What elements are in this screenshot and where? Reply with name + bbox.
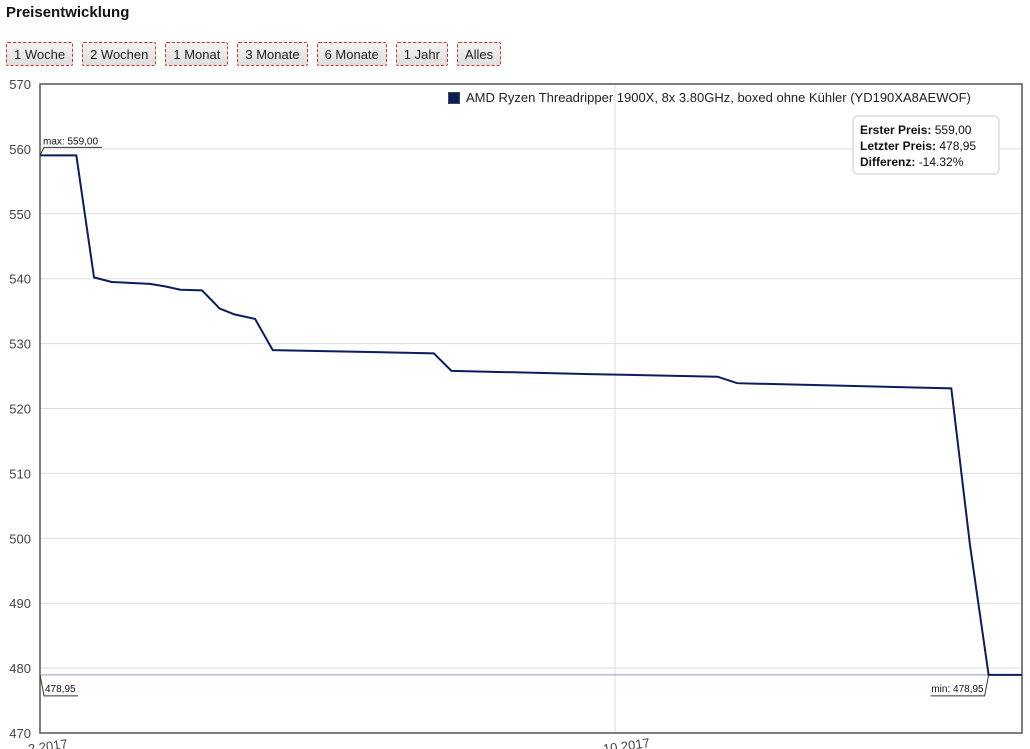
last-price-row: Letzter Preis: 478,95: [860, 138, 992, 154]
range-button-all[interactable]: Alles: [456, 42, 502, 66]
range-button-3-months[interactable]: 3 Monate: [237, 42, 308, 66]
last-value-label: 478,95: [45, 684, 76, 695]
difference-label: Differenz:: [860, 155, 916, 169]
y-tick-label: 470: [9, 726, 31, 741]
y-tick-label: 560: [9, 142, 31, 157]
range-selector: 1 Woche 2 Wochen 1 Monat 3 Monate 6 Mona…: [6, 42, 502, 66]
y-tick-label: 490: [9, 596, 31, 611]
first-price-label: Erster Preis:: [860, 123, 932, 137]
range-button-1-week[interactable]: 1 Woche: [6, 42, 74, 66]
range-button-1-month[interactable]: 1 Monat: [165, 42, 229, 66]
first-price-value: 559,00: [934, 123, 972, 137]
range-button-1-year[interactable]: 1 Jahr: [395, 42, 448, 66]
legend-label: AMD Ryzen Threadripper 1900X, 8x 3.80GHz…: [466, 90, 971, 105]
y-tick-label: 500: [9, 531, 31, 546]
range-button-6-months[interactable]: 6 Monate: [316, 42, 387, 66]
difference-row: Differenz: -14.32%: [860, 154, 992, 170]
y-tick-label: 480: [9, 661, 31, 676]
min-callout-label: min: 478,95: [931, 684, 984, 695]
price-series-line: [40, 154, 1022, 676]
last-price-label: Letzter Preis:: [860, 139, 937, 153]
last-price-value: 478,95: [939, 139, 977, 153]
max-callout-label: max: 559,00: [43, 136, 98, 147]
legend-swatch: [448, 91, 460, 104]
first-price-row: Erster Preis: 559,00: [860, 122, 992, 138]
x-tick-label: ...10.2017: [591, 735, 650, 749]
y-tick-label: 520: [9, 402, 31, 417]
y-tick-label: 510: [9, 466, 31, 481]
y-tick-label: 540: [9, 272, 31, 287]
y-tick-label: 530: [9, 337, 31, 352]
page-title: Preisentwicklung: [6, 4, 130, 21]
range-button-2-weeks[interactable]: 2 Wochen: [82, 42, 157, 66]
difference-value: -14.32%: [918, 155, 964, 169]
y-tick-label: 550: [9, 207, 31, 222]
chart-legend[interactable]: AMD Ryzen Threadripper 1900X, 8x 3.80GHz…: [448, 90, 971, 105]
price-summary-box: Erster Preis: 559,00 Letzter Preis: 478,…: [852, 115, 1000, 175]
y-tick-label: 570: [9, 77, 31, 92]
